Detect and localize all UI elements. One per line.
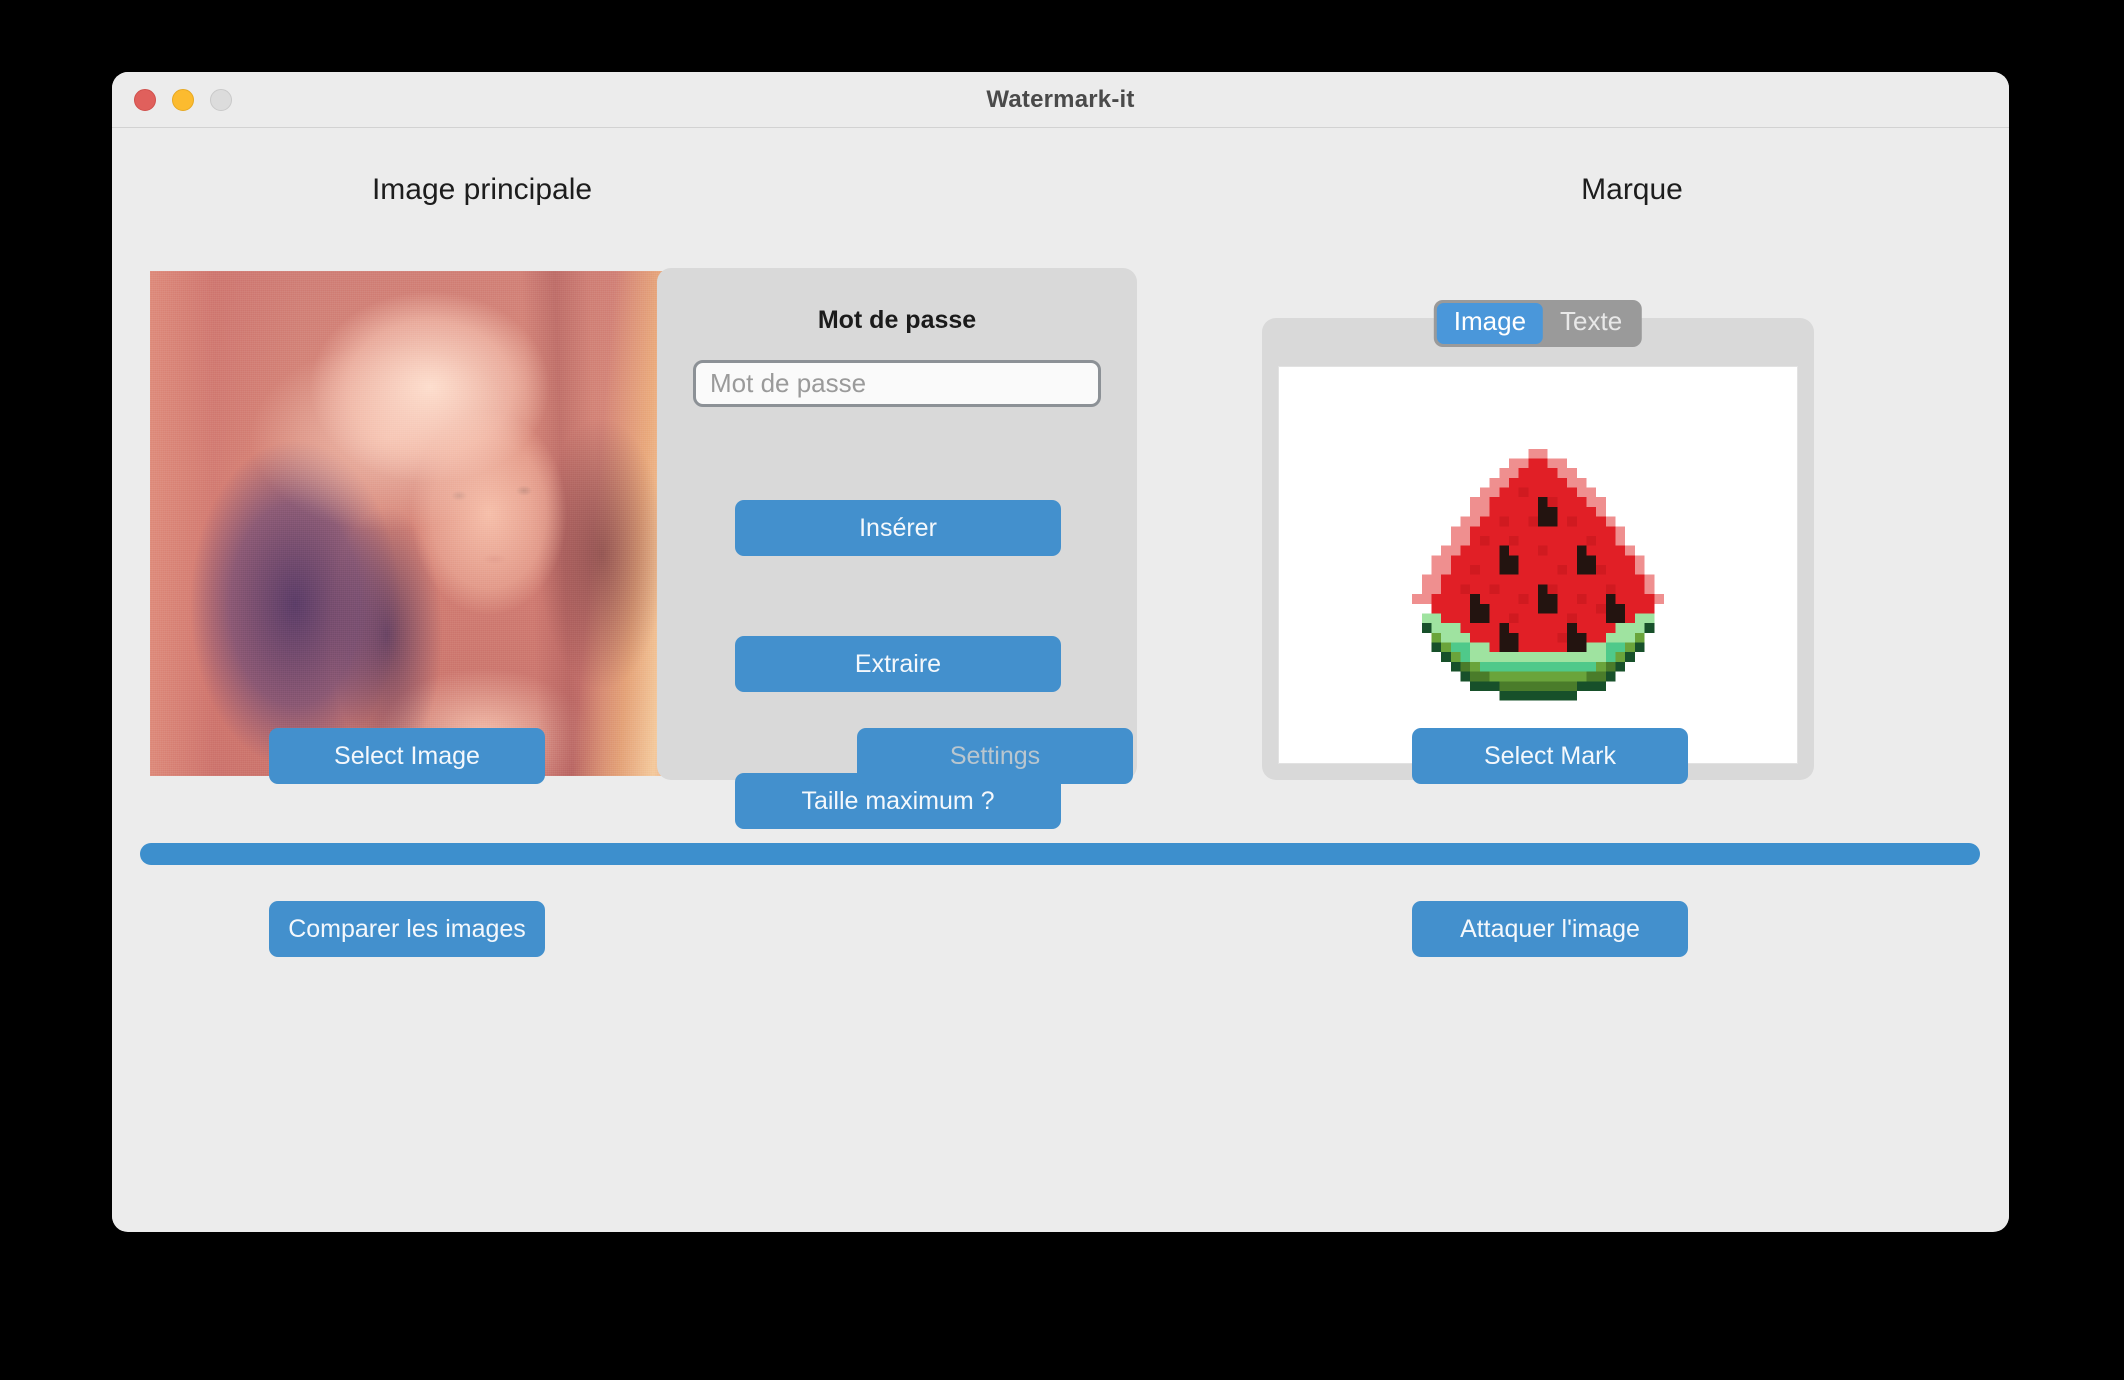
segment-texte[interactable]: Texte bbox=[1543, 303, 1639, 344]
window-content: Image principale Marque Mot de passe Ins… bbox=[112, 128, 2009, 1231]
mark-panel: Image Texte bbox=[1262, 300, 1814, 780]
mark-heading: Marque bbox=[1581, 173, 1683, 206]
password-label: Mot de passe bbox=[817, 306, 977, 334]
mark-image-preview[interactable] bbox=[1278, 366, 1798, 764]
select-mark-button[interactable]: Select Mark bbox=[1412, 728, 1688, 784]
app-window: Watermark-it Image principale Marque Mot… bbox=[112, 72, 2009, 1232]
window-title: Watermark-it bbox=[986, 85, 1135, 113]
extract-button[interactable]: Extraire bbox=[735, 636, 1061, 692]
settings-button[interactable]: Settings bbox=[857, 728, 1133, 784]
main-image-heading: Image principale bbox=[371, 173, 593, 206]
main-image-preview[interactable] bbox=[150, 271, 688, 776]
progress-bar-fill bbox=[140, 843, 1980, 865]
progress-bar bbox=[140, 843, 1980, 865]
watermelon-slice-icon bbox=[1412, 448, 1664, 701]
screen: Watermark-it Image principale Marque Mot… bbox=[0, 0, 2124, 1380]
password-panel: Mot de passe Insérer Extraire Taille max… bbox=[657, 268, 1137, 829]
password-input[interactable] bbox=[693, 360, 1101, 407]
lena-photo-grain bbox=[150, 271, 688, 776]
select-image-button[interactable]: Select Image bbox=[269, 728, 545, 784]
compare-images-button[interactable]: Comparer les images bbox=[269, 901, 545, 957]
window-titlebar: Watermark-it bbox=[112, 72, 2009, 128]
segment-image[interactable]: Image bbox=[1436, 303, 1544, 344]
attack-image-button[interactable]: Attaquer l'image bbox=[1412, 901, 1688, 957]
mark-type-segmented-control[interactable]: Image Texte bbox=[1433, 300, 1643, 347]
insert-button[interactable]: Insérer bbox=[735, 500, 1061, 556]
